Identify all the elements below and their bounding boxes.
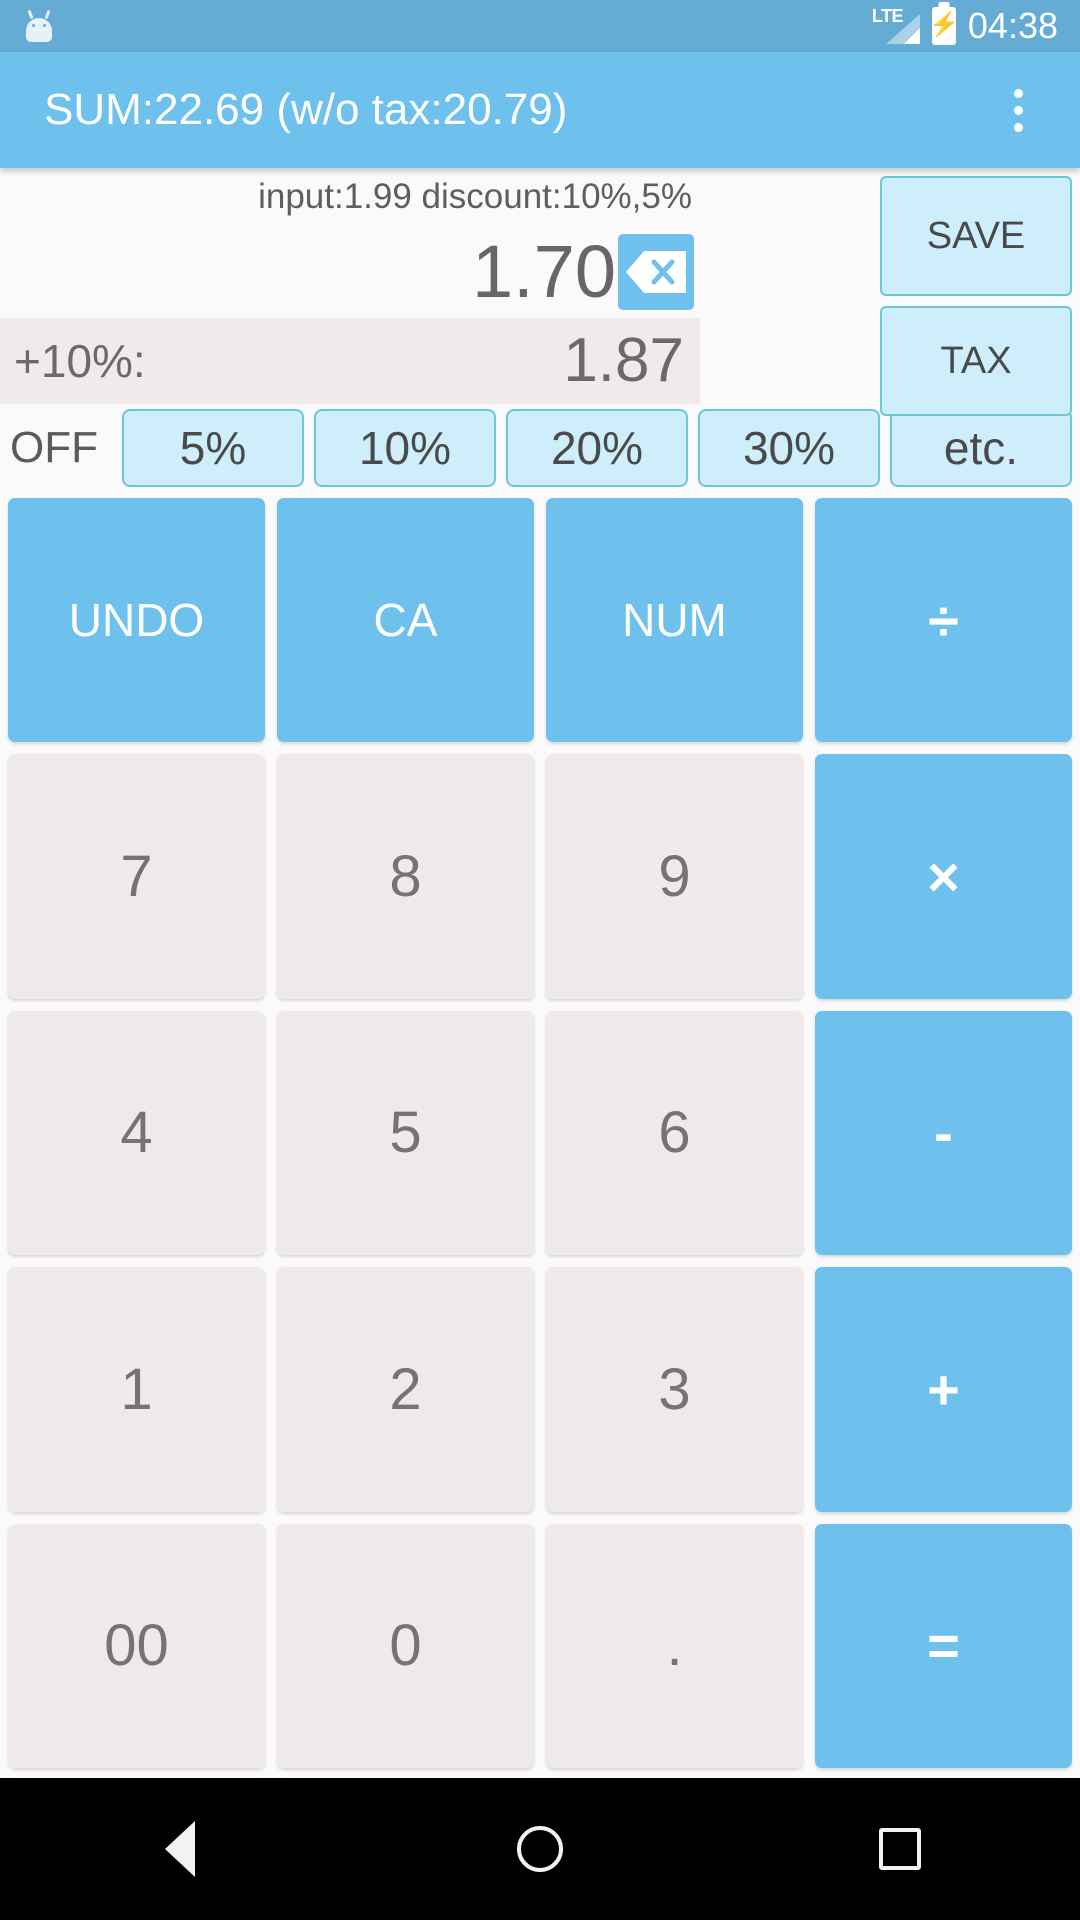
signal-bars-icon: LTE bbox=[872, 6, 920, 46]
tax-rate-label: +10%: bbox=[14, 335, 146, 387]
status-bar-left bbox=[22, 9, 56, 43]
display-left-column: input:1.99 discount:10%,5% 1.70 +10%: 1.… bbox=[0, 168, 700, 404]
backspace-icon bbox=[626, 251, 686, 293]
status-bar-clock: 04:38 bbox=[967, 5, 1058, 46]
android-robot-icon bbox=[22, 9, 56, 43]
backspace-button[interactable] bbox=[618, 234, 694, 310]
key-3[interactable]: 3 bbox=[546, 1267, 803, 1512]
key-decimal[interactable]: . bbox=[546, 1523, 803, 1768]
nav-home-button[interactable] bbox=[470, 1778, 610, 1920]
discount-10-button[interactable]: 10% bbox=[314, 409, 496, 487]
key-9[interactable]: 9 bbox=[546, 754, 803, 999]
tax-result-row: +10%: 1.87 bbox=[0, 318, 700, 404]
key-2[interactable]: 2 bbox=[277, 1267, 534, 1512]
key-undo[interactable]: UNDO bbox=[8, 498, 265, 743]
display-area: input:1.99 discount:10%,5% 1.70 +10%: 1.… bbox=[0, 168, 1080, 416]
save-button[interactable]: SAVE bbox=[880, 176, 1072, 296]
key-6[interactable]: 6 bbox=[546, 1010, 803, 1256]
android-nav-bar bbox=[0, 1778, 1080, 1920]
key-1[interactable]: 1 bbox=[8, 1267, 265, 1512]
nav-back-icon bbox=[165, 1821, 195, 1877]
key-double-zero[interactable]: 00 bbox=[8, 1523, 265, 1768]
action-button-column: SAVE TAX bbox=[880, 176, 1072, 416]
key-equals[interactable]: = bbox=[815, 1523, 1072, 1768]
key-divide[interactable]: ÷ bbox=[815, 498, 1072, 743]
tax-button[interactable]: TAX bbox=[880, 306, 1072, 416]
discount-row-label: OFF bbox=[10, 423, 98, 472]
key-0[interactable]: 0 bbox=[277, 1523, 534, 1768]
nav-recents-icon bbox=[879, 1828, 921, 1870]
nav-home-icon bbox=[517, 1826, 563, 1872]
status-bar-right: LTE ⚡ 04:38 bbox=[872, 5, 1058, 47]
calculator-app-screen: LTE ⚡ 04:38 SUM:22.69 (w/o tax:20.79) in… bbox=[0, 0, 1080, 1920]
tax-result-value: 1.87 bbox=[563, 326, 684, 395]
nav-recents-button[interactable] bbox=[830, 1778, 970, 1920]
status-bar: LTE ⚡ 04:38 bbox=[0, 0, 1080, 52]
main-display-value: 1.70 bbox=[471, 230, 616, 313]
page-title: SUM:22.69 (w/o tax:20.79) bbox=[44, 85, 568, 134]
key-4[interactable]: 4 bbox=[8, 1010, 265, 1256]
main-display-row: 1.70 bbox=[0, 226, 700, 318]
battery-bolt-glyph: ⚡ bbox=[928, 11, 959, 38]
keypad: UNDO CA NUM ÷ 7 8 9 × 4 5 6 - 1 2 3 + 00… bbox=[0, 492, 1080, 1778]
nav-back-button[interactable] bbox=[110, 1778, 250, 1920]
key-8[interactable]: 8 bbox=[277, 754, 534, 999]
input-info-line: input:1.99 discount:10%,5% bbox=[258, 177, 692, 216]
key-multiply[interactable]: × bbox=[815, 754, 1072, 999]
key-7[interactable]: 7 bbox=[8, 754, 265, 999]
discount-30-button[interactable]: 30% bbox=[698, 409, 880, 487]
key-plus[interactable]: + bbox=[815, 1267, 1072, 1512]
discount-etc-button[interactable]: etc. bbox=[890, 409, 1072, 487]
discount-20-button[interactable]: 20% bbox=[506, 409, 688, 487]
app-bar: SUM:22.69 (w/o tax:20.79) bbox=[0, 52, 1080, 168]
key-5[interactable]: 5 bbox=[277, 1010, 534, 1256]
key-clear-all[interactable]: CA bbox=[277, 498, 534, 743]
key-minus[interactable]: - bbox=[815, 1010, 1072, 1256]
discount-row: OFF 5% 10% 20% 30% etc. bbox=[0, 404, 1080, 492]
overflow-menu-icon[interactable] bbox=[990, 67, 1046, 153]
key-num[interactable]: NUM bbox=[546, 498, 803, 743]
battery-charging-icon: ⚡ bbox=[928, 7, 959, 45]
discount-5-button[interactable]: 5% bbox=[122, 409, 304, 487]
